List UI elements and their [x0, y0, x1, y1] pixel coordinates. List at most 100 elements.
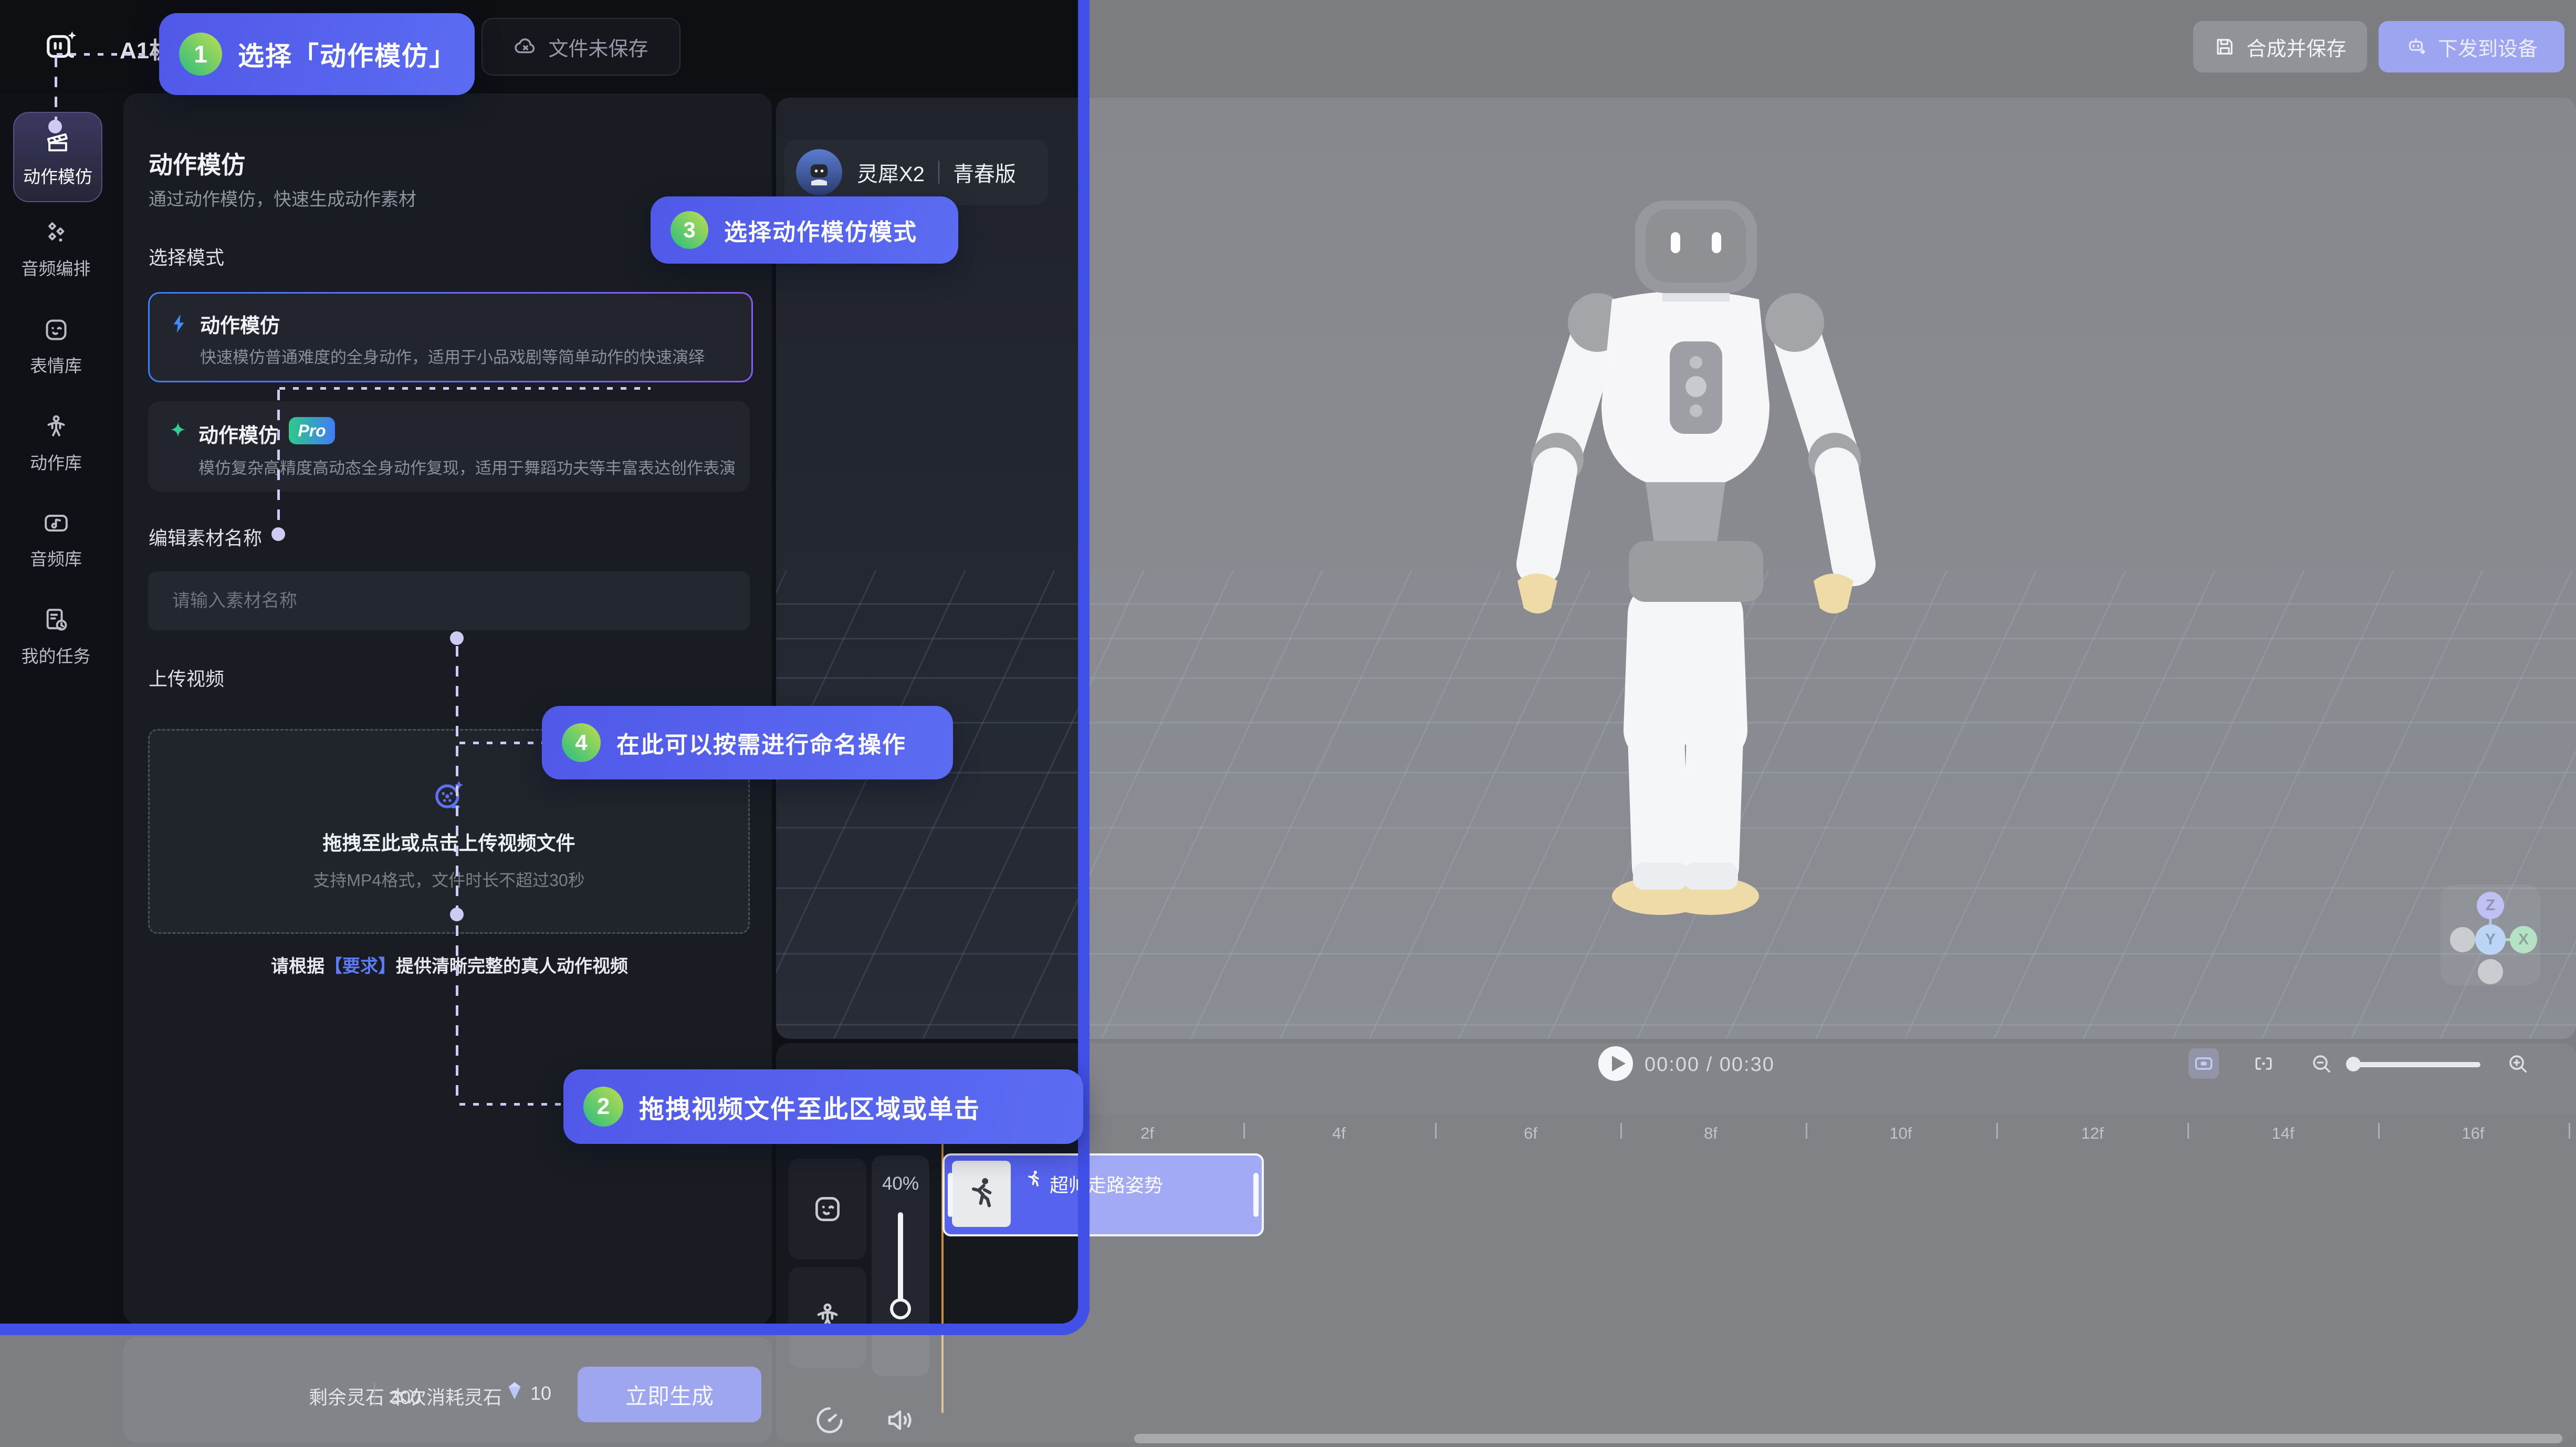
sidebar-item-label: 动作库 [30, 449, 82, 474]
panel-title: 动作模仿 [149, 146, 245, 181]
panel-subtitle: 通过动作模仿，快速生成动作素材 [149, 185, 416, 211]
sidebar-item-my-tasks[interactable]: 我的任务 [0, 592, 112, 681]
upload-hint: 支持MP4格式，文件时长不超过30秒 [313, 867, 584, 891]
robot-download-icon [2405, 36, 2427, 58]
mode-card-standard[interactable]: 动作模仿 快速模仿普通难度的全身动作，适用于小品戏剧等简单动作的快速演绎 [148, 292, 753, 382]
speed-gauge-icon[interactable] [813, 1403, 846, 1437]
guide-connector [277, 390, 280, 529]
step-number-badge: 1 [179, 33, 222, 76]
deploy-button-label: 下发到设备 [2438, 33, 2538, 61]
axis-y[interactable]: Y [2475, 924, 2506, 955]
speed-slider-thumb[interactable] [890, 1298, 911, 1319]
sidebar-item-audio-library[interactable]: 音频库 [0, 495, 112, 584]
clip-thumbnail [952, 1161, 1011, 1227]
view-axis-gizmo[interactable]: Z Y X [2441, 884, 2540, 985]
robot-avatar [796, 149, 842, 195]
timeline-zoom-slider[interactable] [2351, 1062, 2480, 1067]
play-button[interactable] [1598, 1046, 1633, 1081]
upload-note: 请根据【要求】提供清晰完整的真人动作视频 [149, 952, 750, 977]
save-button[interactable]: 合成并保存 [2193, 21, 2367, 72]
audio-arrange-icon [41, 218, 71, 247]
sidebar-item-label: 动作模仿 [23, 163, 92, 188]
material-name-input[interactable] [148, 571, 750, 630]
guide-connector [459, 1103, 563, 1106]
mode-title: 动作模仿 [200, 309, 280, 338]
guide-connector [55, 57, 57, 123]
film-upload-icon [429, 775, 469, 815]
save-icon [2214, 36, 2236, 58]
axis-z[interactable]: Z [2477, 892, 2504, 919]
sidebar-item-audio-arrange[interactable]: 音频编排 [0, 205, 112, 293]
sidebar-item-label: 我的任务 [22, 642, 91, 668]
guide-connector-dot [450, 908, 464, 921]
guide-connector-dot [450, 631, 464, 645]
timeline-scrollbar[interactable] [1134, 1434, 2562, 1443]
clip-range-button[interactable] [2248, 1048, 2279, 1079]
app-root: A1机 文件未保存 合成并保存 [0, 0, 2576, 1447]
mode-section-label: 选择模式 [149, 243, 224, 270]
save-button-label: 合成并保存 [2246, 33, 2346, 61]
motion-library-icon [41, 412, 71, 442]
guide-connector [456, 646, 458, 1104]
footer-divider [374, 1382, 375, 1406]
mode-title: 动作模仿 [198, 419, 278, 448]
audio-library-icon [41, 508, 71, 538]
gem-icon [503, 1379, 526, 1402]
axis-neg-z[interactable] [2478, 959, 2503, 984]
zoom-in-icon[interactable] [2502, 1048, 2533, 1079]
file-unsaved-button[interactable]: 文件未保存 [481, 18, 680, 76]
expression-track-button[interactable] [789, 1159, 866, 1259]
character-badge[interactable]: 灵犀X2 青春版 [784, 140, 1048, 205]
cost-label: 本次消耗灵石 [389, 1382, 502, 1410]
axis-x[interactable]: X [2510, 926, 2537, 953]
star-icon [166, 420, 190, 444]
my-tasks-icon [41, 606, 71, 635]
sidebar-item-label: 音频库 [30, 545, 82, 570]
run-icon [1022, 1168, 1044, 1190]
guide-connector [459, 742, 542, 744]
sidebar-item-label: 表情库 [30, 352, 82, 377]
robot-edition: 青春版 [953, 157, 1016, 188]
guide-step-4: 4 在此可以按需进行命名操作 [542, 706, 953, 779]
face-library-icon [41, 315, 71, 345]
sidebar-item-motion-library[interactable]: 动作库 [0, 399, 112, 487]
guide-connector-dot [48, 120, 62, 133]
mode-desc: 快速模仿普通难度的全身动作，适用于小品戏剧等简单动作的快速演绎 [200, 344, 705, 368]
zoom-out-icon[interactable] [2306, 1048, 2337, 1079]
axis-neg-x[interactable] [2450, 927, 2475, 952]
auto-fit-clip-button[interactable] [2188, 1048, 2219, 1079]
volume-icon[interactable] [883, 1403, 917, 1437]
badge-divider [938, 161, 939, 184]
timeline-clip[interactable]: 超帅走路姿势 [943, 1153, 1264, 1236]
guide-connector [279, 387, 651, 390]
upload-title: 拖拽至此或点击上传视频文件 [323, 827, 575, 856]
sidebar-item-expression-library[interactable]: 表情库 [0, 302, 112, 390]
time-display: 00:00 / 00:30 [1645, 1054, 1775, 1076]
cost-value: 10 [530, 1382, 551, 1404]
requirements-link[interactable]: 【要求】 [324, 956, 396, 976]
guide-step-1: 1 选择「动作模仿」 [159, 13, 475, 95]
file-status-label: 文件未保存 [548, 33, 648, 61]
name-section-label: 编辑素材名称 [149, 523, 262, 550]
clip-trim-end-handle[interactable] [1253, 1173, 1259, 1217]
cloud-offline-icon [514, 35, 538, 59]
guide-step-2: 2 拖拽视频文件至此区域或单击 [563, 1069, 1083, 1144]
lightning-icon [169, 313, 191, 335]
humanoid-robot-model[interactable] [1454, 194, 1917, 940]
generate-now-button[interactable]: 立即生成 [578, 1367, 761, 1422]
motion-track-button[interactable] [789, 1267, 866, 1368]
pro-badge: Pro [289, 417, 335, 444]
step-number-badge: 4 [562, 723, 601, 762]
speed-slider-panel: 40% [872, 1155, 929, 1376]
speed-slider-track[interactable] [898, 1212, 903, 1307]
deploy-to-device-button[interactable]: 下发到设备 [2379, 21, 2564, 72]
app-logo-icon[interactable] [42, 27, 82, 64]
mode-card-pro[interactable]: 动作模仿 Pro 模仿复杂高精度高动态全身动作复现，适用于舞蹈功夫等丰富表达创作… [148, 401, 750, 492]
guide-step-3: 3 选择动作模仿模式 [651, 196, 958, 264]
clip-trim-start-handle[interactable] [948, 1173, 953, 1217]
clip-label: 超帅走路姿势 [1050, 1170, 1163, 1198]
guide-connector-dot [271, 527, 285, 541]
step-number-badge: 3 [671, 211, 708, 249]
timeline-zoom-slider-thumb[interactable] [2346, 1057, 2361, 1071]
upload-section-label: 上传视频 [149, 664, 224, 691]
